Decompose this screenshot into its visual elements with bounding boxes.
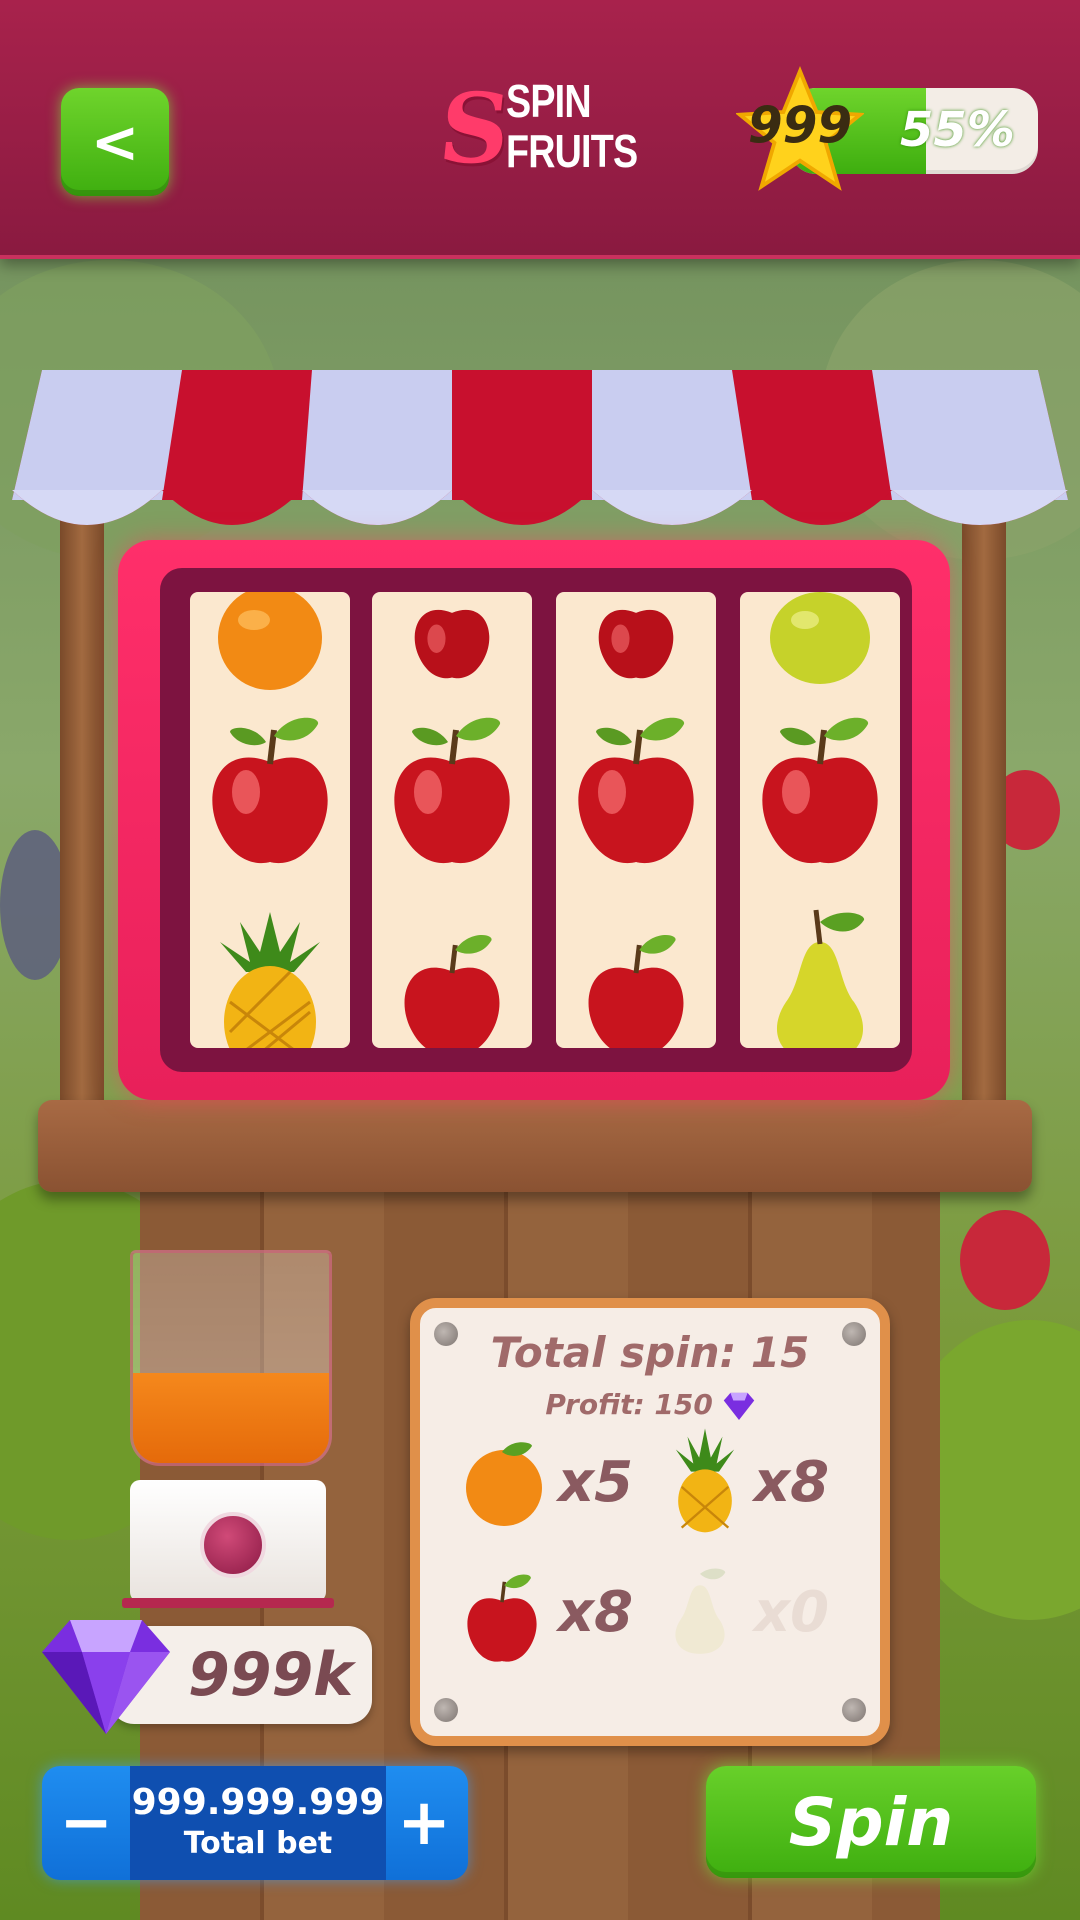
logo-wordmark: SPIN FRUITS: [506, 75, 638, 177]
apple-icon: [394, 717, 510, 864]
total-bet-value: 999.999.999: [131, 1782, 385, 1823]
orange-count: x5: [558, 1450, 634, 1515]
diamond-icon: [723, 1392, 754, 1421]
decrease-bet-button[interactable]: −: [42, 1766, 130, 1880]
pear-count: x0: [754, 1580, 830, 1645]
gem-balance-value: 999k: [188, 1640, 354, 1710]
reel-3: [556, 592, 716, 1048]
slot-reel-window: [160, 568, 912, 1072]
apple-icon: [762, 717, 878, 864]
pear-icon: [777, 909, 865, 1048]
juice-blender-jar: [130, 1250, 332, 1466]
orange-icon: [218, 592, 322, 690]
stall-shelf: [38, 1100, 1032, 1192]
screw-icon: [842, 1698, 866, 1722]
player-level: 999: [747, 96, 853, 154]
apple-icon: [598, 609, 674, 679]
pineapple-count: x8: [754, 1450, 830, 1515]
stall-awning: [12, 370, 1068, 525]
diamond-icon: [42, 1620, 170, 1734]
reel-4: [740, 592, 900, 1048]
stall-post-left: [60, 520, 104, 1140]
game-logo: S SPIN FRUITS: [434, 72, 640, 185]
back-button[interactable]: <: [61, 88, 169, 196]
total-spin-label: Total spin: 15: [490, 1328, 810, 1377]
increase-bet-button[interactable]: +: [380, 1766, 468, 1880]
apple-count: x8: [558, 1580, 634, 1645]
level-progress-label: 55%: [900, 102, 1015, 158]
spin-stats-board: Total spin: 15 Profit: 150 x5 x8 x8 x0: [410, 1298, 890, 1746]
top-header: < S SPIN FRUITS 55% 999: [0, 0, 1080, 259]
spin-button[interactable]: Spin: [706, 1766, 1036, 1878]
slot-reel-frame: [118, 540, 950, 1100]
stall-post-right: [962, 520, 1006, 1140]
logo-line-2: FRUITS: [506, 125, 638, 177]
reel-1: [190, 592, 350, 1048]
total-bet-display: 999.999.999 Total bet: [130, 1766, 386, 1880]
blender-knob-icon: [200, 1512, 266, 1578]
screw-icon: [434, 1698, 458, 1722]
lime-icon: [770, 592, 870, 684]
juice-level: [133, 1373, 329, 1463]
pineapple-icon: [220, 912, 320, 1048]
logo-line-1: SPIN: [506, 75, 592, 127]
strawberry-cluster: [960, 1210, 1050, 1310]
apple-icon: [414, 609, 490, 679]
orange-icon: [466, 1442, 542, 1526]
reel-2: [372, 592, 532, 1048]
apple-icon: [467, 1574, 537, 1662]
apple-icon: [588, 935, 684, 1048]
total-bet-label: Total bet: [183, 1826, 333, 1861]
pineapple-icon: [675, 1428, 735, 1533]
profit-label: Profit: 150: [420, 1388, 880, 1421]
logo-initial: S: [434, 72, 516, 185]
apple-icon: [212, 717, 328, 864]
total-bet-control: − 999.999.999 Total bet +: [42, 1766, 468, 1880]
blender-stand: [122, 1598, 334, 1608]
pear-icon: [675, 1568, 726, 1654]
apple-icon: [404, 935, 500, 1048]
juice-blender-base: [130, 1480, 326, 1602]
apple-icon: [578, 717, 694, 864]
profit-value: Profit: 150: [545, 1388, 713, 1421]
